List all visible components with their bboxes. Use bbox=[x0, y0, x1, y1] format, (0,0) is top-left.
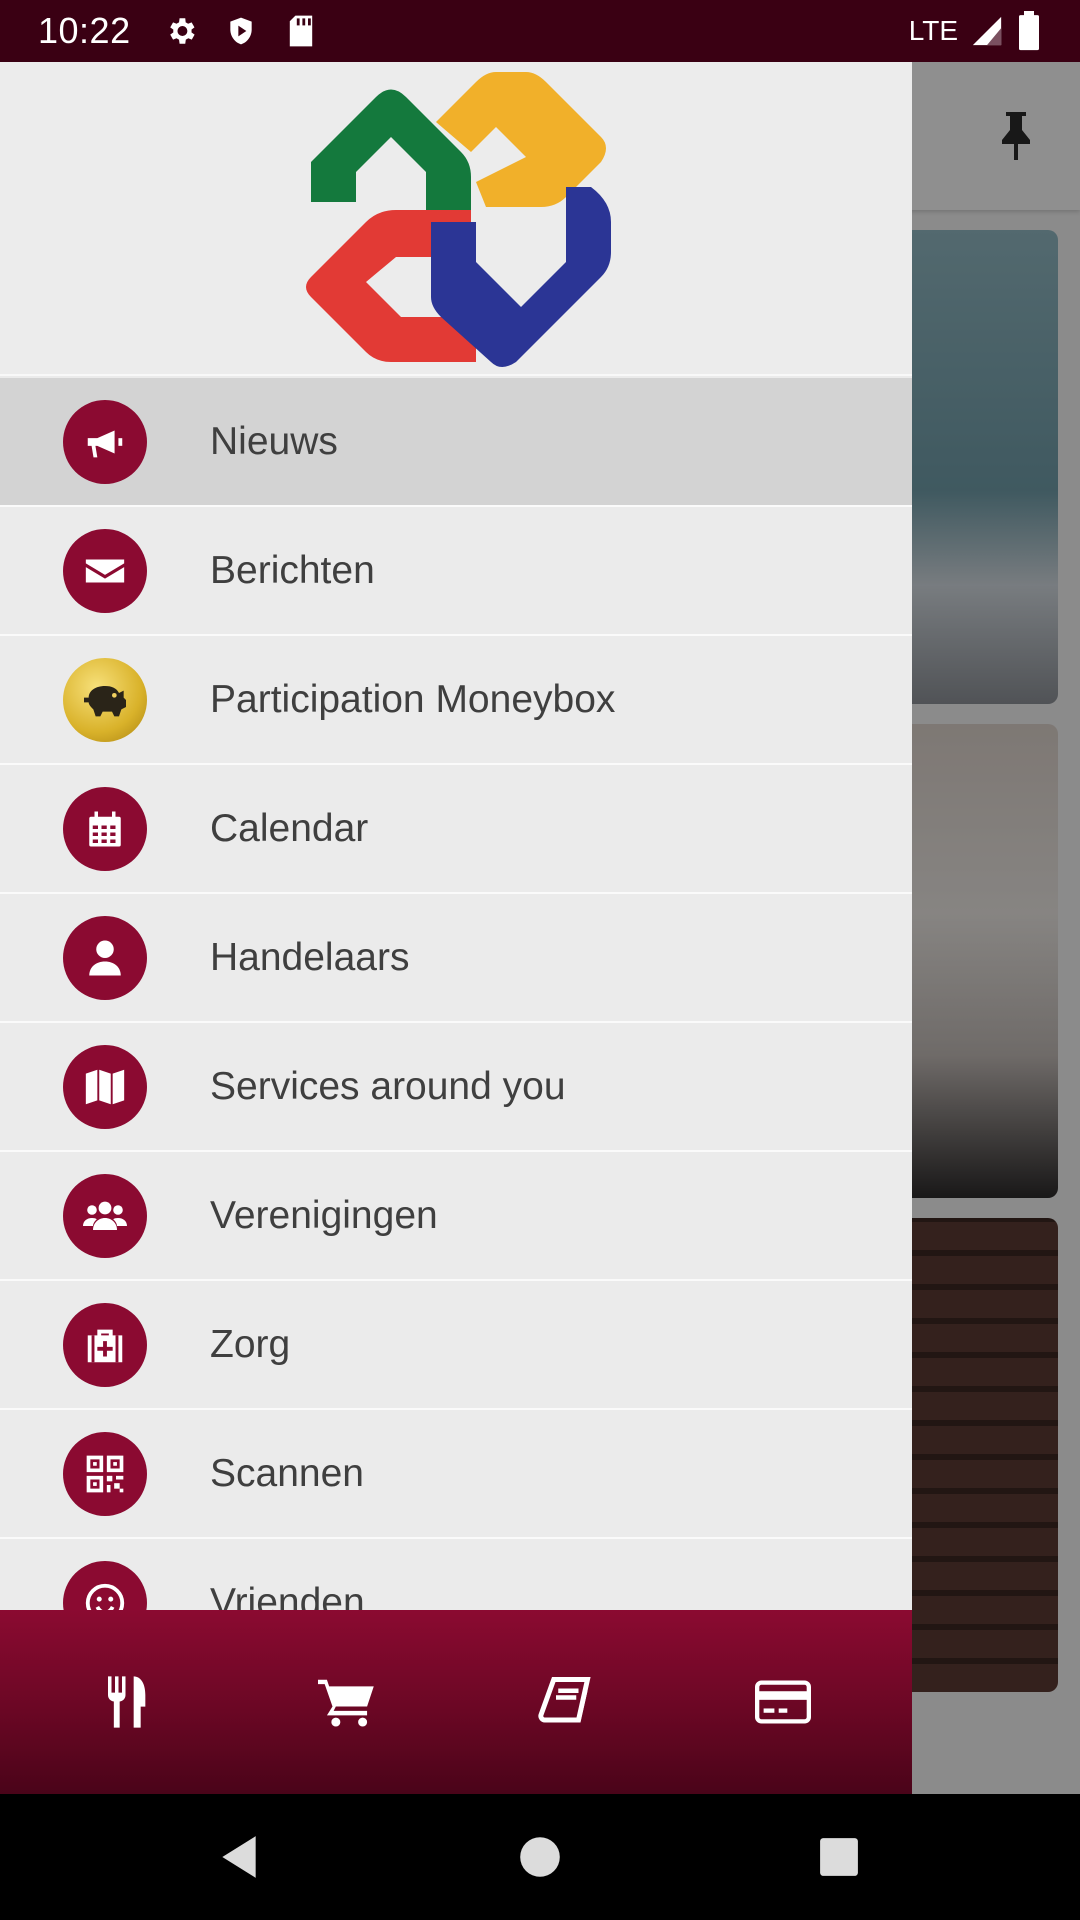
status-bar: 10:22 LTE bbox=[0, 0, 1080, 62]
group-icon bbox=[63, 1173, 147, 1258]
menu-item-verenigingen[interactable]: Verenigingen bbox=[0, 1152, 912, 1281]
menu-item-calendar[interactable]: Calendar bbox=[0, 765, 912, 894]
navigation-drawer: Nieuws Berichten Participation Moneybox … bbox=[0, 62, 912, 1794]
menu-item-services-around-you[interactable]: Services around you bbox=[0, 1023, 912, 1152]
credit-card-icon[interactable] bbox=[723, 1642, 843, 1762]
menu-item-label: Verenigingen bbox=[210, 1193, 438, 1237]
envelope-icon bbox=[63, 528, 147, 613]
sd-card-icon bbox=[281, 11, 321, 51]
drawer-menu: Nieuws Berichten Participation Moneybox … bbox=[0, 378, 912, 1668]
gear-icon bbox=[161, 11, 201, 51]
status-time: 10:22 bbox=[38, 10, 131, 51]
menu-item-participation-moneybox[interactable]: Participation Moneybox bbox=[0, 636, 912, 765]
calendar-icon bbox=[63, 786, 147, 871]
menu-item-label: Participation Moneybox bbox=[210, 677, 616, 721]
menu-item-label: Handelaars bbox=[210, 935, 410, 979]
medical-kit-icon bbox=[63, 1302, 147, 1387]
qr-code-icon bbox=[63, 1431, 147, 1516]
menu-item-zorg[interactable]: Zorg bbox=[0, 1281, 912, 1410]
cart-icon[interactable] bbox=[287, 1642, 407, 1762]
map-icon bbox=[63, 1044, 147, 1129]
network-type: LTE bbox=[908, 15, 958, 46]
menu-item-handelaars[interactable]: Handelaars bbox=[0, 894, 912, 1023]
signal-icon bbox=[972, 16, 1002, 46]
user-icon bbox=[63, 915, 147, 1000]
bottom-navigation bbox=[0, 1610, 912, 1794]
menu-item-nieuws[interactable]: Nieuws bbox=[0, 378, 912, 507]
home-icon[interactable] bbox=[507, 1824, 573, 1890]
piggy-bank-icon bbox=[63, 657, 147, 742]
battery-icon bbox=[1019, 11, 1039, 51]
shield-icon bbox=[221, 11, 261, 51]
recents-icon[interactable] bbox=[806, 1824, 872, 1890]
menu-item-scannen[interactable]: Scannen bbox=[0, 1410, 912, 1539]
menu-item-label: Nieuws bbox=[210, 419, 338, 463]
menu-item-label: Calendar bbox=[210, 806, 369, 850]
megaphone-icon bbox=[63, 399, 147, 484]
menu-item-label: Zorg bbox=[210, 1322, 291, 1366]
menu-item-berichten[interactable]: Berichten bbox=[0, 507, 912, 636]
menu-item-label: Services around you bbox=[210, 1064, 566, 1108]
back-icon[interactable] bbox=[206, 1824, 272, 1890]
utensils-icon[interactable] bbox=[69, 1642, 189, 1762]
menu-item-label: Berichten bbox=[210, 548, 375, 592]
book-icon[interactable] bbox=[505, 1642, 625, 1762]
system-navigation-bar bbox=[0, 1794, 1080, 1920]
drawer-header bbox=[0, 62, 912, 376]
app-logo bbox=[306, 72, 611, 367]
menu-item-label: Scannen bbox=[210, 1451, 364, 1495]
